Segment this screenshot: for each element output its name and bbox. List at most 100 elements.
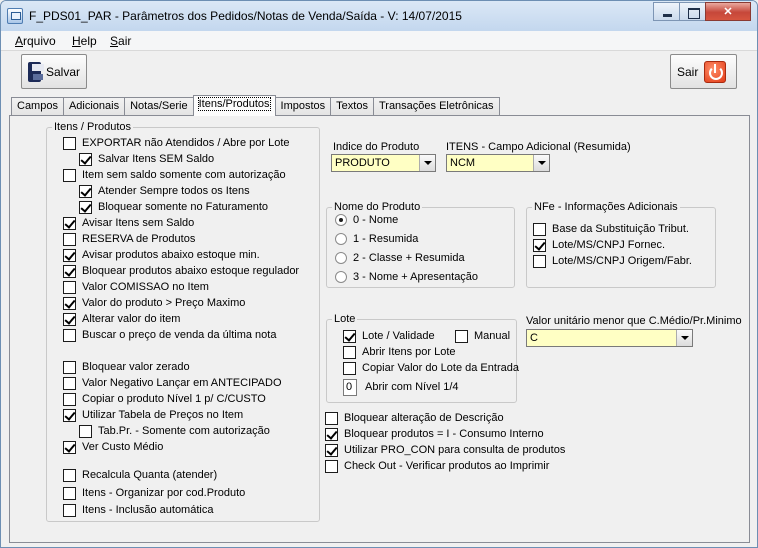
nfe-legend: NFe - Informações Adicionais xyxy=(534,201,678,213)
radio-button[interactable] xyxy=(335,252,347,264)
checkbox-box[interactable] xyxy=(63,486,76,500)
window-title: F_PDS01_PAR - Parâmetros dos Pedidos/Not… xyxy=(29,9,462,23)
buscar-o-preco-de-venda-da-ultima-nota-checkbox[interactable]: Buscar o preço de venda da última nota xyxy=(63,328,276,342)
tab-transacoes-eletronicas[interactable]: Transações Eletrônicas xyxy=(372,97,500,116)
nivel-label: Abrir com Nível 1/4 xyxy=(365,381,459,393)
checkbox-box[interactable] xyxy=(79,200,92,214)
tab-pr-somente-com-autorizacao-checkbox[interactable]: Tab.Pr. - Somente com autorização xyxy=(79,424,270,438)
recalcula-quanta-atender-checkbox[interactable]: Recalcula Quanta (atender) xyxy=(63,468,217,482)
radio-button[interactable] xyxy=(335,271,347,283)
checkbox-box[interactable] xyxy=(63,248,76,262)
checkbox-box[interactable] xyxy=(533,222,546,236)
valor-unitario-select[interactable]: C xyxy=(526,329,693,347)
item-sem-saldo-somente-com-autorizacao-checkbox[interactable]: Item sem saldo somente com autorização xyxy=(63,168,286,182)
checkbox-box[interactable] xyxy=(63,264,76,278)
checkbox-box[interactable] xyxy=(79,152,92,166)
valor-negativo-lancar-em-antecipado-checkbox[interactable]: Valor Negativo Lançar em ANTECIPADO xyxy=(63,376,282,390)
checkbox-box[interactable] xyxy=(343,361,356,375)
exit-button[interactable]: Sair xyxy=(670,54,737,89)
checkbox-box[interactable] xyxy=(79,184,92,198)
checkbox-box[interactable] xyxy=(455,329,468,343)
tab-textos[interactable]: Textos xyxy=(330,97,374,116)
nome-produto-radio-0[interactable]: 0 - Nome xyxy=(335,213,398,227)
reserva-de-produtos-checkbox[interactable]: RESERVA de Produtos xyxy=(63,232,195,246)
salvar-itens-sem-saldo-checkbox[interactable]: Salvar Itens SEM Saldo xyxy=(79,152,214,166)
checkbox-box[interactable] xyxy=(63,440,76,454)
valor-comissao-no-item-checkbox[interactable]: Valor COMISSAO no Item xyxy=(63,280,209,294)
lote-ms-cnpj-origem-fabr-checkbox[interactable]: Lote/MS/CNPJ Origem/Fabr. xyxy=(533,254,692,268)
chevron-down-icon[interactable] xyxy=(533,155,549,171)
close-button[interactable]: ✕ xyxy=(705,2,751,21)
checkbox-box[interactable] xyxy=(533,238,546,252)
nome-produto-radio-2[interactable]: 2 - Classe + Resumida xyxy=(335,251,465,265)
checkbox-box[interactable] xyxy=(63,296,76,310)
checkbox-box[interactable] xyxy=(325,427,338,441)
checkbox-box[interactable] xyxy=(63,216,76,230)
checkbox-box[interactable] xyxy=(63,468,76,482)
itens-organizar-por-cod-produto-checkbox[interactable]: Itens - Organizar por cod.Produto xyxy=(63,486,245,500)
bloquear-somente-no-faturamento-checkbox[interactable]: Bloquear somente no Faturamento xyxy=(79,200,268,214)
checkbox-box[interactable] xyxy=(63,408,76,422)
minimize-button[interactable] xyxy=(653,2,680,21)
ver-custo-medio-checkbox[interactable]: Ver Custo Médio xyxy=(63,440,163,454)
bloquear-produtos-i-consumo-interno-checkbox[interactable]: Bloquear produtos = I - Consumo Interno xyxy=(325,427,544,441)
tab-campos[interactable]: Campos xyxy=(11,97,64,116)
copiar-valor-lote-checkbox[interactable]: Copiar Valor do Lote da Entrada xyxy=(343,361,519,375)
copiar-o-produto-nivel-1-p-c-custo-checkbox[interactable]: Copiar o produto Nível 1 p/ C/CUSTO xyxy=(63,392,266,406)
itens-inclusao-automatica-checkbox[interactable]: Itens - Inclusão automática xyxy=(63,503,213,517)
avisar-produtos-abaixo-estoque-min-checkbox[interactable]: Avisar produtos abaixo estoque min. xyxy=(63,248,260,262)
tab-impostos[interactable]: Impostos xyxy=(274,97,332,116)
bloquear-alteracao-de-descricao-checkbox[interactable]: Bloquear alteração de Descrição xyxy=(325,411,504,425)
nivel-input[interactable]: 0 xyxy=(343,378,357,396)
check-out-verificar-produtos-ao-imprimir-checkbox[interactable]: Check Out - Verificar produtos ao Imprim… xyxy=(325,459,549,473)
checkbox-box[interactable] xyxy=(63,328,76,342)
tab-adicionais[interactable]: Adicionais xyxy=(62,97,126,116)
chevron-down-icon[interactable] xyxy=(676,330,692,346)
checkbox-box[interactable] xyxy=(63,136,76,150)
checkbox-box[interactable] xyxy=(63,168,76,182)
checkbox-box[interactable] xyxy=(63,392,76,406)
checkbox-box[interactable] xyxy=(325,443,338,457)
nome-produto-radio-3[interactable]: 3 - Nome + Apresentação xyxy=(335,270,478,284)
abrir-itens-lote-checkbox[interactable]: Abrir Itens por Lote xyxy=(343,345,456,359)
utilizar-pro-con-para-consulta-de-produtos-checkbox[interactable]: Utilizar PRO_CON para consulta de produt… xyxy=(325,443,565,457)
menu-sair[interactable]: Sair xyxy=(110,34,131,48)
lote-ms-cnpj-fornec-checkbox[interactable]: Lote/MS/CNPJ Fornec. xyxy=(533,238,665,252)
checkbox-box[interactable] xyxy=(63,280,76,294)
checkbox-box[interactable] xyxy=(63,360,76,374)
lote-manual-checkbox[interactable]: Manual xyxy=(455,329,510,343)
title-bar[interactable]: F_PDS01_PAR - Parâmetros dos Pedidos/Not… xyxy=(1,1,757,31)
checkbox-box[interactable] xyxy=(325,459,338,473)
checkbox-box[interactable] xyxy=(63,376,76,390)
checkbox-box[interactable] xyxy=(533,254,546,268)
save-button[interactable]: Salvar xyxy=(21,54,87,89)
bloquear-valor-zerado-checkbox[interactable]: Bloquear valor zerado xyxy=(63,360,190,374)
alterar-valor-do-item-checkbox[interactable]: Alterar valor do item xyxy=(63,312,180,326)
itens-campo-adicional-select[interactable]: NCM xyxy=(446,154,550,172)
nome-produto-radio-1[interactable]: 1 - Resumida xyxy=(335,232,418,246)
indice-produto-select[interactable]: PRODUTO xyxy=(331,154,436,172)
maximize-button[interactable] xyxy=(679,2,706,21)
atender-sempre-todos-os-itens-checkbox[interactable]: Atender Sempre todos os Itens xyxy=(79,184,250,198)
utilizar-tabela-de-precos-no-item-checkbox[interactable]: Utilizar Tabela de Preços no Item xyxy=(63,408,243,422)
bloquear-produtos-abaixo-estoque-regulador-checkbox[interactable]: Bloquear produtos abaixo estoque regulad… xyxy=(63,264,299,278)
radio-button[interactable] xyxy=(335,233,347,245)
checkbox-box[interactable] xyxy=(79,424,92,438)
checkbox-box[interactable] xyxy=(63,503,76,517)
lote-validade-checkbox[interactable]: Lote / Validade xyxy=(343,329,435,343)
valor-do-produto-preco-maximo-checkbox[interactable]: Valor do produto > Preço Maximo xyxy=(63,296,245,310)
radio-button[interactable] xyxy=(335,214,347,226)
checkbox-box[interactable] xyxy=(63,232,76,246)
exportar-nao-atendidos-abre-por-lote-checkbox[interactable]: EXPORTAR não Atendidos / Abre por Lote xyxy=(63,136,290,150)
tab-itens-produtos[interactable]: Itens/Produtos xyxy=(192,95,276,116)
menu-arquivo[interactable]: Arquivo xyxy=(15,34,56,48)
avisar-itens-sem-saldo-checkbox[interactable]: Avisar Itens sem Saldo xyxy=(63,216,194,230)
menu-help[interactable]: Help xyxy=(72,34,97,48)
checkbox-box[interactable] xyxy=(343,345,356,359)
checkbox-box[interactable] xyxy=(343,329,356,343)
base-da-substituicao-tribut-checkbox[interactable]: Base da Substituição Tribut. xyxy=(533,222,689,236)
checkbox-box[interactable] xyxy=(63,312,76,326)
tab-notas-serie[interactable]: Notas/Serie xyxy=(124,97,194,116)
checkbox-box[interactable] xyxy=(325,411,338,425)
chevron-down-icon[interactable] xyxy=(419,155,435,171)
